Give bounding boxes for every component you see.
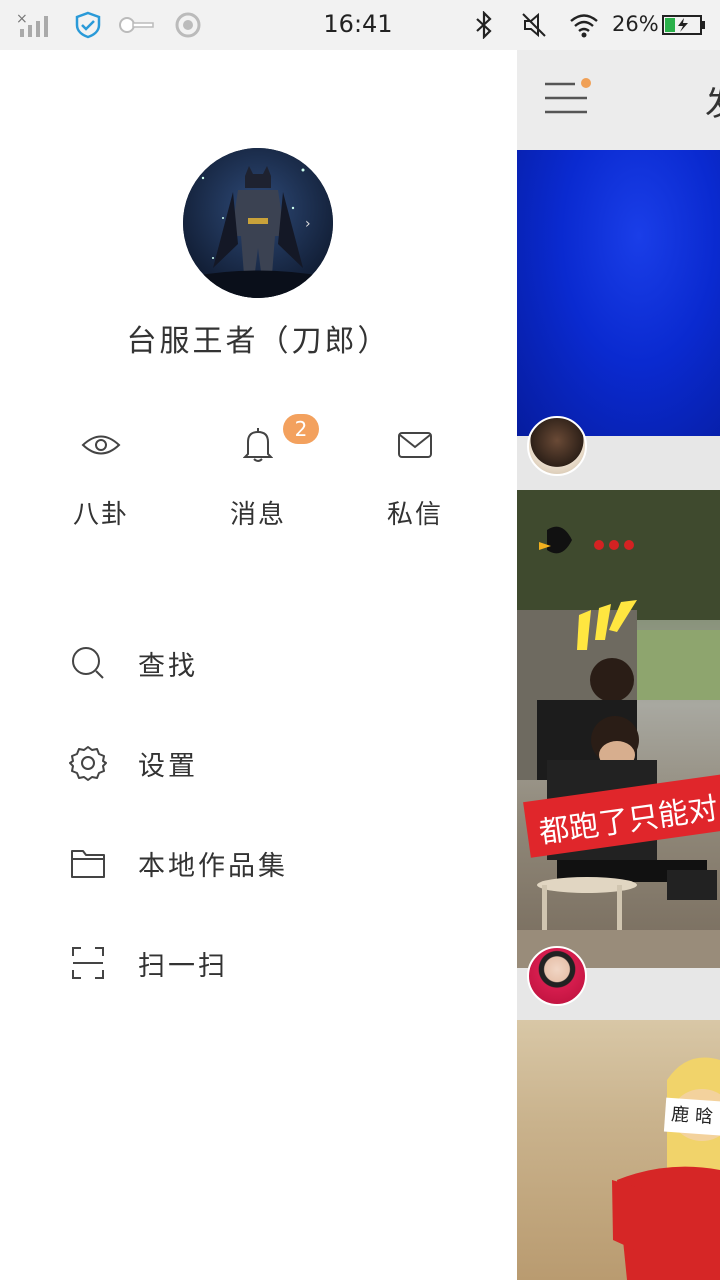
- gear-icon: [69, 746, 107, 781]
- feed-topbar: 发: [517, 50, 720, 148]
- wifi-icon: [570, 14, 598, 38]
- author-avatar[interactable]: [527, 416, 587, 476]
- eye-icon: [81, 435, 121, 455]
- video-thumbnail: [612, 1057, 720, 1280]
- svg-text:›: ›: [305, 216, 311, 232]
- menu-item-search[interactable]: 查找: [68, 633, 448, 693]
- menu-label-settings: 设置: [138, 750, 198, 782]
- menu-item-local-works[interactable]: 本地作品集: [68, 833, 448, 893]
- status-bar: × 16:41 26%: [0, 0, 720, 50]
- menu-item-settings[interactable]: 设置: [68, 733, 448, 793]
- notification-badge: 2: [283, 414, 319, 444]
- mute-icon: [522, 12, 546, 38]
- sync-icon: [175, 12, 201, 38]
- menu-label-local-works: 本地作品集: [138, 850, 288, 882]
- battery-percent: 26%: [612, 12, 659, 36]
- gossip-label: 八卦: [72, 500, 129, 530]
- folder-icon: [71, 850, 105, 878]
- gossip-button[interactable]: 八卦: [41, 420, 161, 531]
- messages-label: 消息: [229, 500, 286, 530]
- main-feed: 发 都跑: [517, 50, 720, 1280]
- menu-label-scan: 扫一扫: [138, 950, 228, 982]
- mail-icon: [398, 432, 432, 458]
- menu-item-scan[interactable]: 扫一扫: [68, 933, 448, 993]
- no-signal-icon: ×: [16, 11, 48, 37]
- video-card[interactable]: [517, 150, 720, 436]
- clock: 16:41: [323, 10, 393, 38]
- user-avatar[interactable]: ›: [183, 148, 333, 298]
- bell-icon: [243, 428, 273, 462]
- bluetooth-icon: [476, 11, 492, 39]
- video-thumbnail: [517, 490, 720, 968]
- search-icon: [72, 647, 104, 679]
- private-message-label: 私信: [386, 500, 443, 530]
- video-card[interactable]: 都跑了只能对: [517, 490, 720, 968]
- battery-charging-icon: [662, 15, 705, 35]
- menu-label-search: 查找: [138, 650, 198, 682]
- video-card[interactable]: 鹿晗: [517, 1020, 720, 1280]
- key-icon: [119, 17, 154, 33]
- author-avatar[interactable]: [527, 946, 587, 1006]
- svg-text:×: ×: [16, 11, 28, 27]
- shield-check-icon: [75, 11, 101, 39]
- username[interactable]: 台服王者（刀郎）: [0, 316, 517, 360]
- private-message-button[interactable]: 私信: [355, 420, 475, 531]
- scan-icon: [72, 947, 104, 979]
- navigation-drawer: › 台服王者（刀郎） 八卦 消息 2 私信 查找 设置 本地作品集 扫一扫: [0, 50, 517, 1280]
- runner-bib: 鹿晗: [663, 1097, 720, 1137]
- feed-title: 发: [705, 76, 720, 125]
- menu-notification-dot: [581, 78, 591, 88]
